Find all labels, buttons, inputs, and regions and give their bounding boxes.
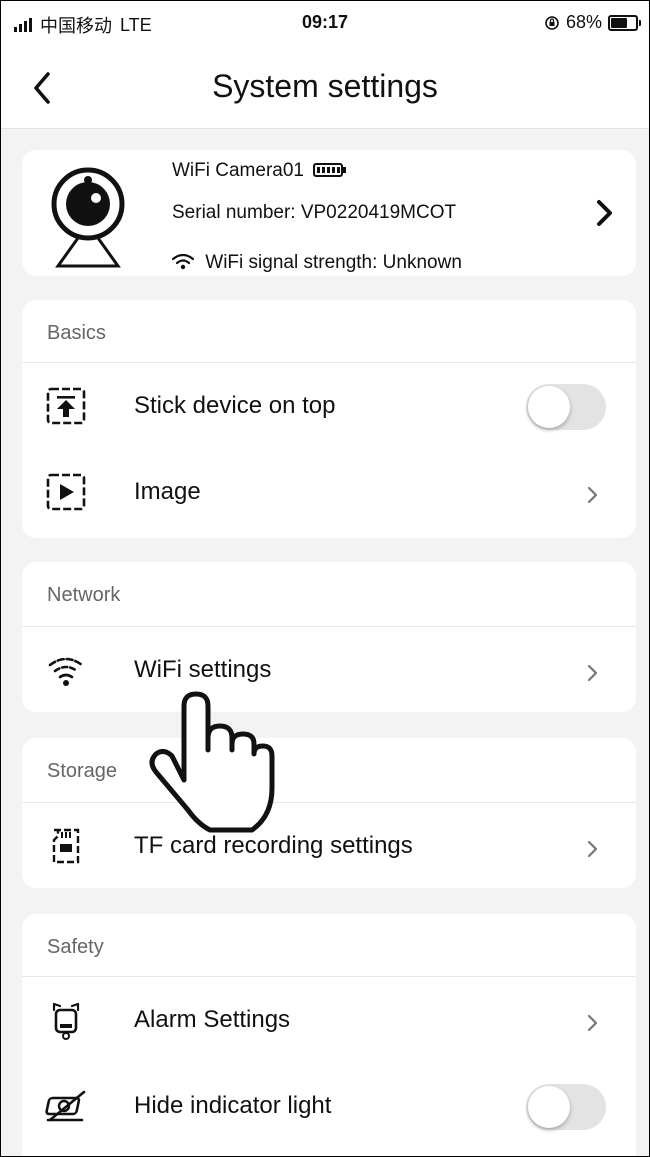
- network-section: Network WiFi settings: [22, 562, 636, 712]
- alarm-settings-label: Alarm Settings: [134, 1006, 291, 1033]
- divider: [22, 802, 636, 803]
- stick-device-toggle[interactable]: [526, 384, 606, 430]
- navigation-bar: System settings: [0, 46, 650, 129]
- alarm-settings-row[interactable]: Alarm Settings: [22, 978, 636, 1064]
- page-title: System settings: [212, 68, 438, 104]
- light-off-icon: [45, 1090, 86, 1122]
- chevron-right-icon: [587, 1014, 598, 1032]
- pin-top-icon: [46, 387, 86, 425]
- stick-device-label: Stick device on top: [134, 392, 336, 419]
- storage-section: Storage TF card recording settings: [22, 738, 636, 888]
- wifi-settings-label: WiFi settings: [134, 656, 272, 683]
- sd-card-icon: [52, 828, 80, 864]
- chevron-right-icon: [587, 840, 598, 858]
- battery-percent: 68%: [565, 12, 602, 32]
- divider: [22, 976, 636, 977]
- battery-icon: [313, 163, 347, 177]
- play-icon: [46, 473, 86, 511]
- hide-indicator-light-row: Hide indicator light: [22, 1064, 636, 1150]
- device-card[interactable]: WiFi Camera01 Serial number: VP0220419MC…: [22, 150, 636, 276]
- status-bar: 中国移动 LTE 09:17 68%: [0, 0, 650, 46]
- image-label: Image: [134, 478, 201, 505]
- alarm-icon: [52, 1002, 80, 1040]
- divider: [22, 626, 636, 627]
- serial-number: Serial number: VP0220419MCOT: [172, 202, 457, 223]
- section-title-safety: Safety: [47, 936, 104, 958]
- image-row[interactable]: Image: [22, 450, 636, 536]
- safety-section: Safety Alarm Settings Hide indicator lig…: [22, 914, 636, 1157]
- status-right: 68%: [544, 12, 641, 33]
- pointing-hand-icon: [149, 691, 275, 833]
- hide-indicator-toggle[interactable]: [526, 1084, 606, 1130]
- battery-icon: [608, 14, 641, 31]
- toggle-knob: [528, 386, 570, 428]
- wifi-strength-text: WiFi signal strength: Unknown: [205, 252, 462, 273]
- tf-card-row[interactable]: TF card recording settings: [22, 804, 636, 890]
- device-name: WiFi Camera01: [172, 160, 304, 181]
- hide-indicator-label: Hide indicator light: [134, 1092, 332, 1119]
- wifi-settings-row[interactable]: WiFi settings: [22, 628, 636, 714]
- stick-device-on-top-row: Stick device on top: [22, 364, 636, 450]
- chevron-right-icon[interactable]: [594, 198, 616, 228]
- chevron-right-icon: [587, 664, 598, 682]
- divider: [22, 362, 636, 363]
- wifi-signal-icon: [48, 657, 84, 686]
- basics-section: Basics Stick device on top Image: [22, 300, 636, 538]
- device-name-line: WiFi Camera01: [172, 160, 347, 182]
- wifi-strength-line: WiFi signal strength: Unknown: [171, 252, 462, 274]
- camera-icon: [51, 167, 125, 268]
- section-title-storage: Storage: [47, 760, 118, 782]
- section-title-network: Network: [47, 584, 121, 606]
- toggle-knob: [528, 1086, 570, 1128]
- orientation-lock-icon: [545, 15, 559, 30]
- section-title-basics: Basics: [47, 322, 106, 344]
- chevron-right-icon: [587, 486, 598, 504]
- wifi-icon: [171, 253, 195, 270]
